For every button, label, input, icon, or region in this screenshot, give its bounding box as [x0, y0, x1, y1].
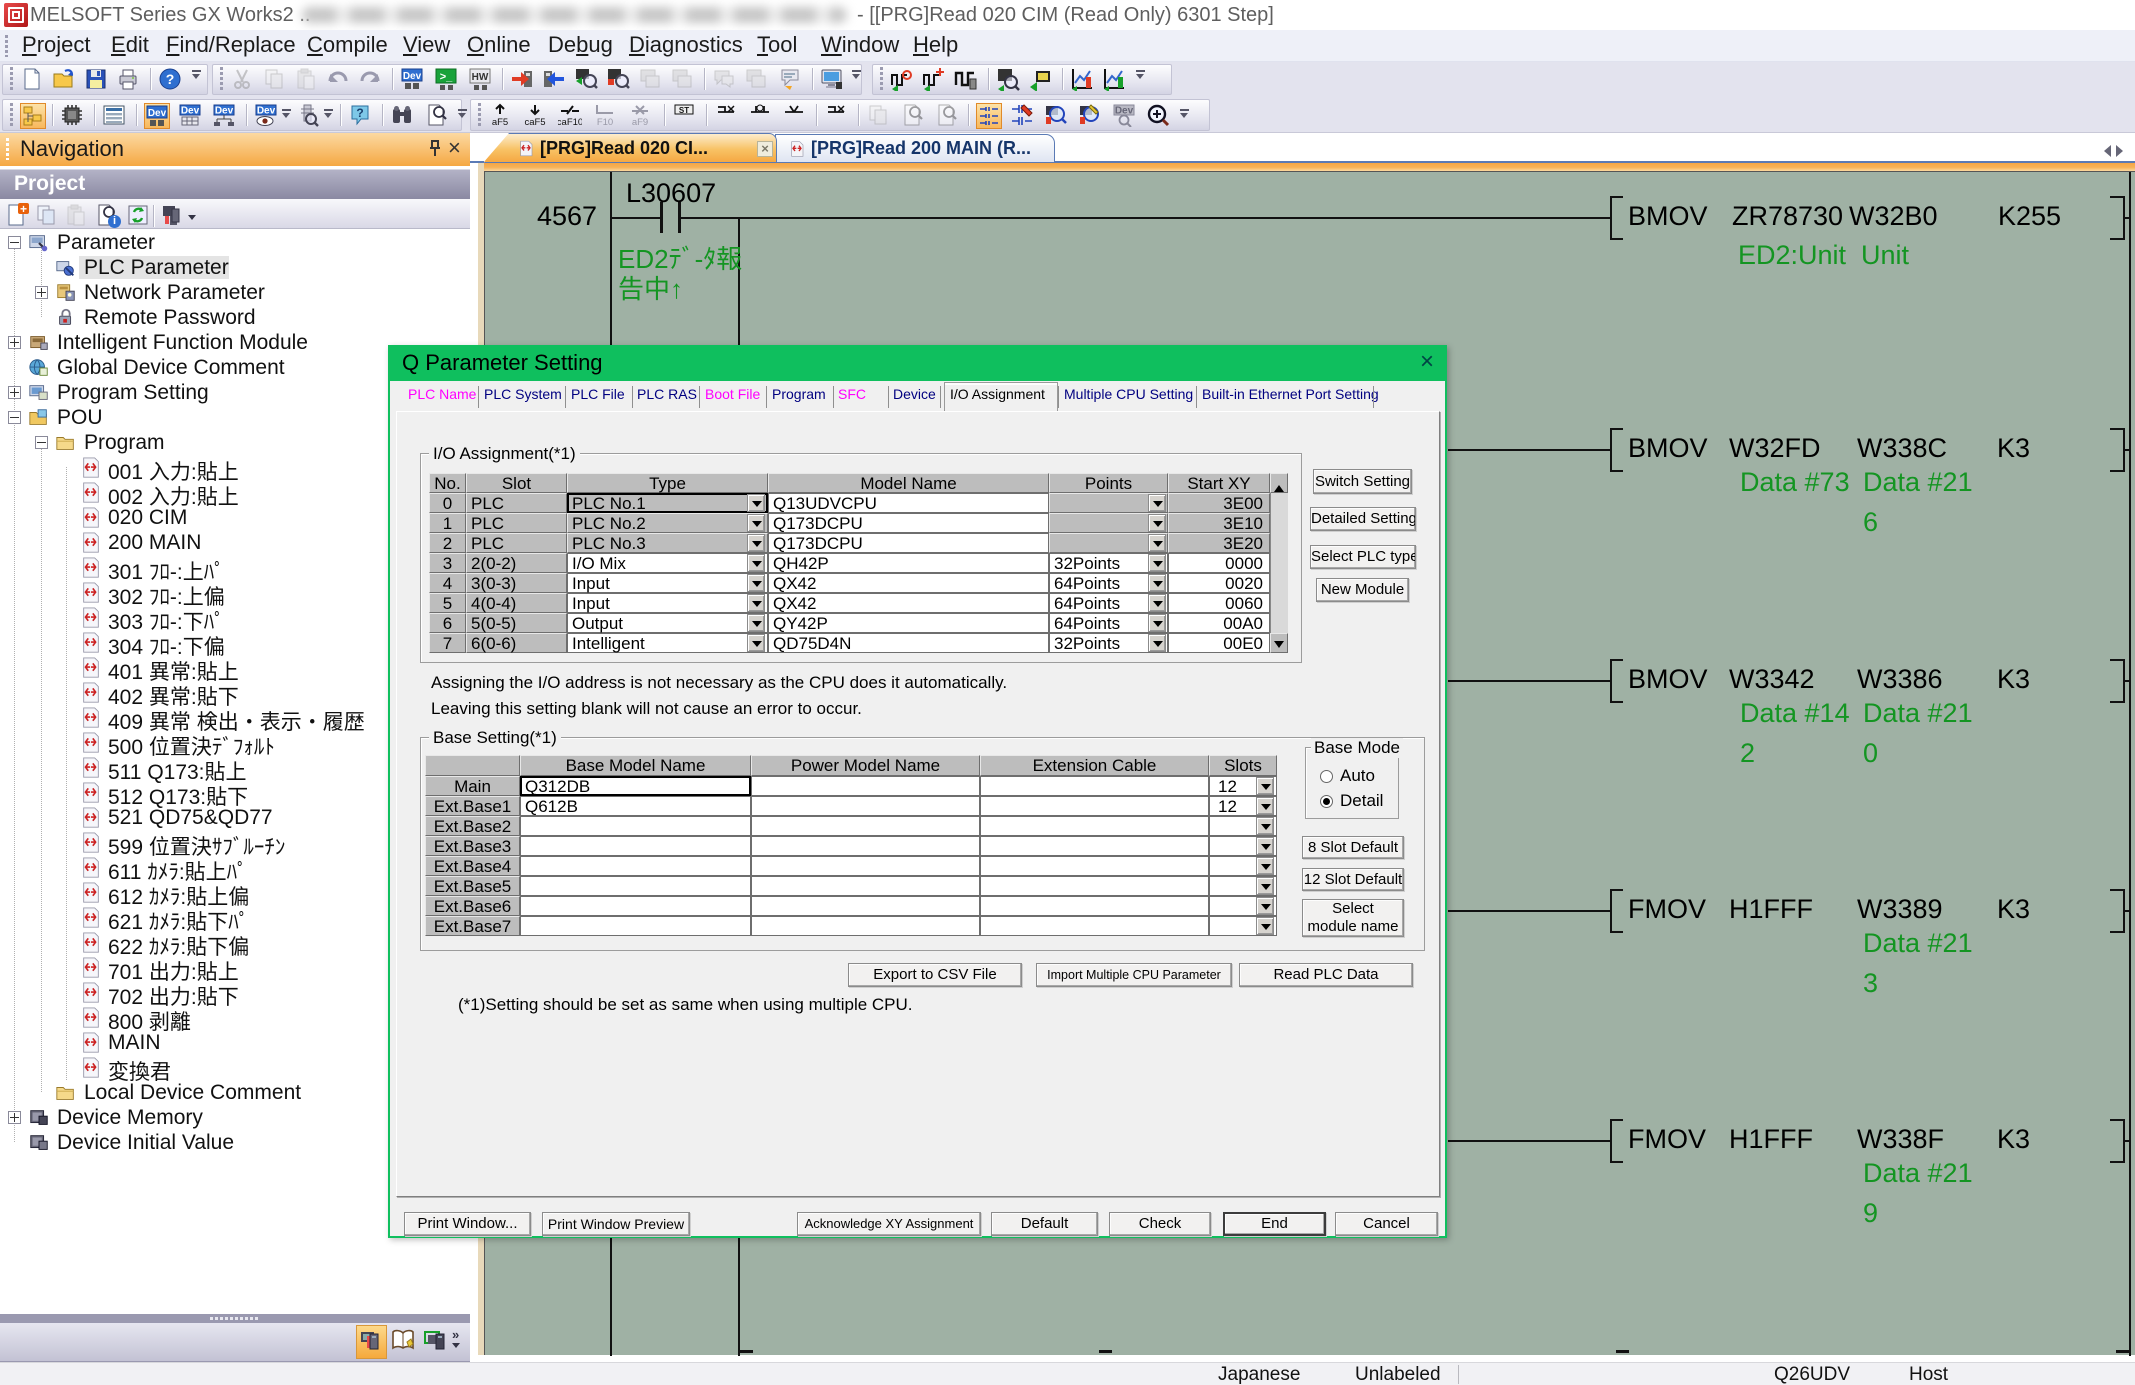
- svg-text:caF10: caF10: [558, 117, 582, 127]
- svg-text:Dev: Dev: [148, 108, 167, 119]
- svg-text:F10: F10: [597, 117, 613, 127]
- svg-text:Dev: Dev: [403, 71, 422, 82]
- svg-text:ST: ST: [679, 106, 689, 115]
- svg-text:Dev: Dev: [257, 106, 276, 117]
- svg-text:aF5: aF5: [492, 117, 508, 127]
- svg-text:>_: >_: [440, 71, 453, 83]
- svg-text:aF9: aF9: [632, 117, 648, 127]
- svg-text:Dev: Dev: [181, 106, 200, 117]
- svg-text:?: ?: [166, 71, 175, 87]
- svg-text:?: ?: [356, 106, 363, 120]
- svg-text:Dev: Dev: [215, 106, 234, 117]
- svg-text:caF5: caF5: [524, 117, 545, 127]
- svg-text:HW: HW: [472, 72, 489, 83]
